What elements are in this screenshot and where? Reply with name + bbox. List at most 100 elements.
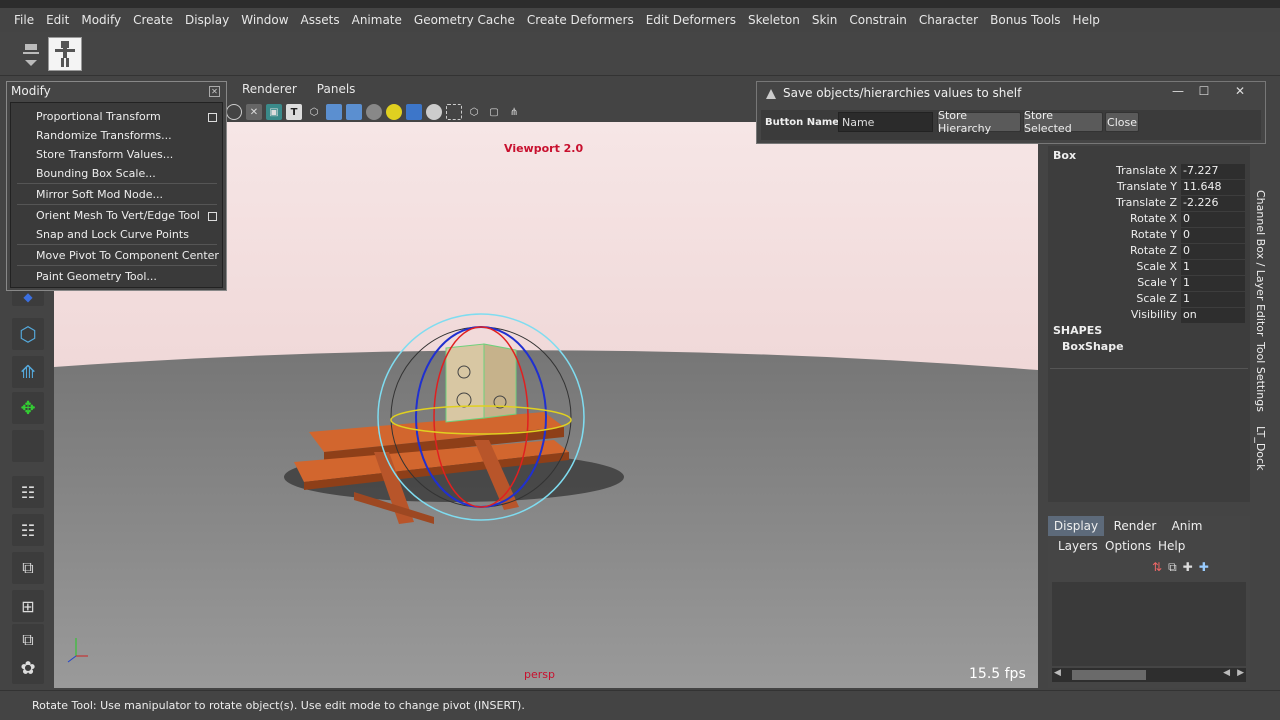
store-hierarchy-button[interactable]: Store Hierarchy <box>937 109 1021 135</box>
scroll-right-icon[interactable]: ▶ <box>1237 668 1244 678</box>
grid-icon[interactable] <box>226 104 242 120</box>
modify-menu-list: Proportional Transform Randomize Transfo… <box>10 102 223 288</box>
menu-panels[interactable]: Panels <box>317 82 356 102</box>
menu-item-orient-mesh[interactable]: Orient Mesh To Vert/Edge Tool <box>36 209 200 222</box>
button-name-input[interactable] <box>838 112 933 132</box>
select-camera-icon[interactable] <box>446 104 462 120</box>
close-icon[interactable]: ✕ <box>209 86 220 97</box>
attr-translate-x[interactable]: Translate X -7.227 <box>1048 164 1248 180</box>
menu-modify[interactable]: Modify <box>75 13 127 27</box>
scale-tool-icon[interactable]: ⟰ <box>12 356 44 388</box>
object-name[interactable]: Box <box>1053 149 1076 162</box>
scroll-thumb[interactable] <box>1072 670 1146 680</box>
scroll-right-start-icon[interactable]: ◀ <box>1223 668 1230 678</box>
horizontal-scrollbar[interactable]: ◀ ◀ ▶ <box>1052 668 1246 682</box>
image-plane-icon[interactable]: ▣ <box>266 104 282 120</box>
attr-scale-z[interactable]: Scale Z1 <box>1048 292 1248 308</box>
tab-display[interactable]: Display <box>1048 516 1104 536</box>
attr-scale-y[interactable]: Scale Y1 <box>1048 276 1248 292</box>
shadows-icon[interactable] <box>406 104 422 120</box>
light-icon[interactable] <box>386 104 402 120</box>
menu-options[interactable]: Options <box>1105 539 1151 553</box>
menu-skeleton[interactable]: Skeleton <box>742 13 806 27</box>
move-layer-down-icon[interactable]: ⧉ <box>1168 560 1177 578</box>
menu-renderer[interactable]: Renderer <box>242 82 297 102</box>
menu-layer-help[interactable]: Help <box>1158 539 1185 553</box>
minimize-icon[interactable]: — <box>1165 83 1191 99</box>
layout-hypershade-icon[interactable]: ⊞ <box>12 590 44 622</box>
attr-translate-z[interactable]: Translate Z -2.226 <box>1048 196 1248 212</box>
universal-manip-icon[interactable]: ✥ <box>12 392 44 424</box>
wireframe-icon[interactable]: ✕ <box>246 104 262 120</box>
new-layer-icon[interactable]: ✚ <box>1183 560 1193 578</box>
textured-icon[interactable] <box>346 104 362 120</box>
tab-tool-settings[interactable]: Tool Settings <box>1254 342 1267 412</box>
tab-anim[interactable]: Anim <box>1162 516 1212 536</box>
menu-assets[interactable]: Assets <box>295 13 346 27</box>
layout-persp-outliner-icon[interactable]: ☷ <box>12 514 44 546</box>
new-layer-selected-icon[interactable]: ✚ <box>1199 560 1209 578</box>
maximize-icon[interactable]: ☐ <box>1191 83 1217 99</box>
last-tool-icon[interactable] <box>12 430 44 462</box>
menu-file[interactable]: File <box>8 13 40 27</box>
menu-skin[interactable]: Skin <box>806 13 844 27</box>
move-layer-up-icon[interactable]: ⇅ <box>1152 560 1162 578</box>
menu-constrain[interactable]: Constrain <box>843 13 913 27</box>
attr-translate-y[interactable]: Translate Y 11.648 <box>1048 180 1248 196</box>
attr-rotate-y[interactable]: Rotate Y0 <box>1048 228 1248 244</box>
menu-help[interactable]: Help <box>1067 13 1106 27</box>
menu-item-store-transform-values[interactable]: Store Transform Values... <box>36 148 173 161</box>
window-close-icon[interactable]: ✕ <box>1227 83 1253 99</box>
attr-rotate-x[interactable]: Rotate X0 <box>1048 212 1248 228</box>
tab-channel-box[interactable]: Channel Box / Layer Editor <box>1254 190 1267 337</box>
attr-visibility[interactable]: Visibility on <box>1048 308 1248 324</box>
menu-item-mirror-soft-mod[interactable]: Mirror Soft Mod Node... <box>36 188 163 201</box>
scroll-left-icon[interactable]: ◀ <box>1054 668 1061 678</box>
menu-character[interactable]: Character <box>913 13 984 27</box>
menu-create[interactable]: Create <box>127 13 179 27</box>
layout-graph-icon[interactable]: ⧉ <box>12 552 44 584</box>
option-box-icon[interactable] <box>208 113 217 122</box>
tab-render[interactable]: Render <box>1110 516 1160 536</box>
isolate-icon[interactable]: ⬡ <box>466 104 482 120</box>
layer-list[interactable] <box>1052 582 1246 666</box>
attr-rotate-z[interactable]: Rotate Z0 <box>1048 244 1248 260</box>
menu-edit[interactable]: Edit <box>40 13 75 27</box>
text-icon[interactable]: T <box>286 104 302 120</box>
layout-single-icon[interactable]: ☷ <box>12 476 44 508</box>
share-icon[interactable]: ⋔ <box>506 104 522 120</box>
frame-icon[interactable]: ▢ <box>486 104 502 120</box>
save-to-shelf-dialog: Save objects/hierarchies values to shelf… <box>756 81 1266 144</box>
smooth-shade-icon[interactable] <box>326 104 342 120</box>
menu-item-move-pivot[interactable]: Move Pivot To Component Center <box>36 249 219 262</box>
maya-logo-icon[interactable]: ✿ <box>12 652 44 684</box>
menu-item-paint-geometry[interactable]: Paint Geometry Tool... <box>36 270 157 283</box>
menu-layers[interactable]: Layers <box>1058 539 1098 553</box>
attr-scale-x[interactable]: Scale X1 <box>1048 260 1248 276</box>
rotate-tool-icon[interactable]: ⬡ <box>12 318 44 350</box>
cardboard-box[interactable] <box>445 343 517 423</box>
close-button[interactable]: Close <box>1105 112 1139 132</box>
menu-create-deformers[interactable]: Create Deformers <box>521 13 640 27</box>
sphere-icon[interactable] <box>426 104 442 120</box>
menu-display[interactable]: Display <box>179 13 235 27</box>
option-box-icon[interactable] <box>208 212 217 221</box>
store-selected-button[interactable]: Store Selected <box>1023 109 1103 135</box>
shape-name[interactable]: BoxShape <box>1062 340 1124 353</box>
shelf-button-skeleton-icon[interactable] <box>48 37 82 71</box>
menu-geometry-cache[interactable]: Geometry Cache <box>408 13 521 27</box>
menu-item-bounding-box-scale[interactable]: Bounding Box Scale... <box>36 167 156 180</box>
cube-wire-icon[interactable]: ⬡ <box>306 104 322 120</box>
menu-item-snap-lock-curve[interactable]: Snap and Lock Curve Points <box>36 228 189 241</box>
menu-item-proportional-transform[interactable]: Proportional Transform <box>36 110 161 123</box>
title-strip <box>0 0 1280 8</box>
tab-lt-dock[interactable]: LT_Dock <box>1254 426 1267 470</box>
shelf-tab-menu-icon[interactable] <box>20 36 42 74</box>
xray-icon[interactable] <box>366 104 382 120</box>
menu-edit-deformers[interactable]: Edit Deformers <box>640 13 742 27</box>
menu-animate[interactable]: Animate <box>346 13 408 27</box>
button-name-label: Button Name : <box>765 117 847 128</box>
menu-item-randomize-transforms[interactable]: Randomize Transforms... <box>36 129 172 142</box>
menu-window[interactable]: Window <box>235 13 294 27</box>
menu-bonus-tools[interactable]: Bonus Tools <box>984 13 1066 27</box>
